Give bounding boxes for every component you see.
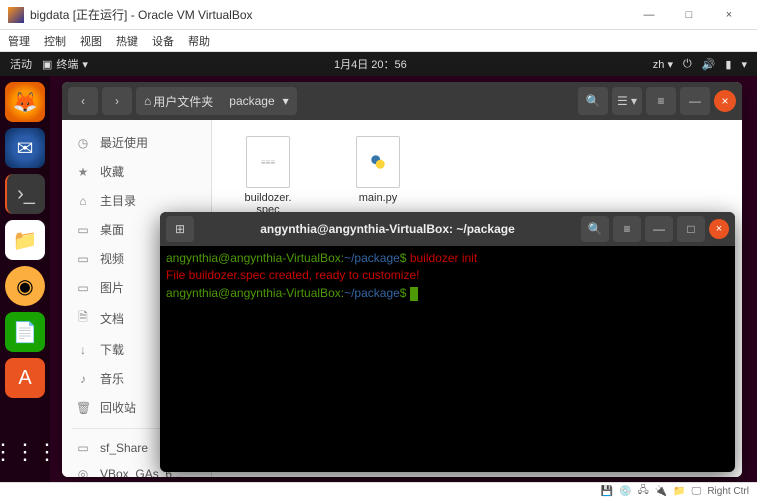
back-button[interactable]: ‹	[68, 87, 98, 115]
status-usb-icon[interactable]: 🔌	[655, 486, 667, 497]
dock-show-apps[interactable]: ⋮⋮⋮	[5, 432, 45, 472]
lang-indicator[interactable]: zh ▾	[653, 58, 673, 71]
window-title: bigdata [正在运行] - Oracle VM VirtualBox	[30, 6, 629, 23]
dock-rhythmbox[interactable]: ◉	[5, 266, 45, 306]
app-indicator[interactable]: ▣ 终端 ▾	[42, 56, 88, 72]
dock-files[interactable]: 📁	[5, 220, 45, 260]
home-icon: ⌂	[76, 194, 90, 208]
status-hdd-icon[interactable]: 💾	[601, 486, 613, 497]
terminal-titlebar: ⊞ angynthia@angynthia-VirtualBox: ~/pack…	[160, 212, 735, 246]
menu-view[interactable]: 视图	[80, 33, 102, 49]
dock-terminal[interactable]: ›_	[5, 174, 45, 214]
menu-help[interactable]: 帮助	[188, 33, 210, 49]
sound-icon[interactable]: 🔊	[702, 58, 716, 71]
cursor	[410, 287, 418, 301]
folder-icon: ▭	[76, 441, 90, 455]
file-main-py[interactable]: main.py	[338, 136, 418, 204]
python-file-icon	[356, 136, 400, 188]
status-hostkey: Right Ctrl	[707, 486, 749, 497]
music-icon: ♪	[76, 372, 90, 386]
terminal-minimize[interactable]: —	[645, 216, 673, 242]
maximize-button[interactable]: □	[669, 0, 709, 30]
ubuntu-dock: 🦊 ✉ ›_ 📁 ◉ 📄 A ⋮⋮⋮	[0, 76, 50, 482]
file-buildozer-spec[interactable]: ≡≡≡ buildozer. spec	[228, 136, 308, 216]
virtualbox-icon	[8, 7, 24, 23]
sidebar-recent[interactable]: ◷最近使用	[62, 128, 211, 157]
menu-manage[interactable]: 管理	[8, 33, 30, 49]
sidebar-home[interactable]: ⌂主目录	[62, 186, 211, 215]
network-icon[interactable]: ⏻	[683, 58, 692, 71]
power-icon[interactable]: ▾	[741, 58, 747, 71]
desktop-icon: ▭	[76, 223, 90, 237]
status-display-icon[interactable]: 🖵	[692, 486, 702, 497]
app-label: 终端	[56, 56, 78, 72]
minimize-button[interactable]: —	[629, 0, 669, 30]
files-toolbar: ‹ › ⌂ 用户文件夹 package ▾ 🔍 ☰ ▾ ≡ — ×	[62, 82, 742, 120]
close-button[interactable]: ×	[709, 0, 749, 30]
menu-control[interactable]: 控制	[44, 33, 66, 49]
dock-libreoffice[interactable]: 📄	[5, 312, 45, 352]
system-tray[interactable]: zh ▾ ⏻ 🔊 ▮ ▾	[653, 58, 747, 71]
status-net-icon[interactable]: 🖧	[638, 483, 649, 500]
star-icon: ★	[76, 165, 90, 179]
dock-software[interactable]: A	[5, 358, 45, 398]
status-shared-icon[interactable]: 📁	[673, 486, 685, 497]
new-tab-button[interactable]: ⊞	[166, 216, 194, 242]
file-label: main.py	[359, 192, 398, 204]
terminal-icon: ▣	[42, 58, 52, 71]
download-icon: ↓	[76, 343, 90, 357]
text-file-icon: ≡≡≡	[246, 136, 290, 188]
vbox-titlebar: bigdata [正在运行] - Oracle VM VirtualBox — …	[0, 0, 757, 30]
search-button[interactable]: 🔍	[578, 87, 608, 115]
vbox-statusbar: 💾 💿 🖧 🔌 📁 🖵 Right Ctrl	[0, 482, 757, 500]
terminal-maximize[interactable]: □	[677, 216, 705, 242]
files-close[interactable]: ×	[714, 90, 736, 112]
terminal-close[interactable]: ×	[709, 219, 729, 239]
terminal-search[interactable]: 🔍	[581, 216, 609, 242]
terminal-line: angynthia@angynthia-VirtualBox:~/package…	[166, 285, 729, 302]
forward-button[interactable]: ›	[102, 87, 132, 115]
view-button[interactable]: ☰ ▾	[612, 87, 642, 115]
vbox-menubar: 管理 控制 视图 热键 设备 帮助	[0, 30, 757, 52]
video-icon: ▭	[76, 252, 90, 266]
terminal-line: File buildozer.spec created, ready to cu…	[166, 267, 729, 284]
menu-hotkey[interactable]: 热键	[116, 33, 138, 49]
sidebar-starred[interactable]: ★收藏	[62, 157, 211, 186]
clock[interactable]: 1月4日 20：56	[334, 56, 407, 72]
terminal-line: angynthia@angynthia-VirtualBox:~/package…	[166, 250, 729, 267]
battery-icon[interactable]: ▮	[725, 58, 731, 71]
status-disc-icon[interactable]: 💿	[619, 486, 631, 497]
document-icon: 🗎	[76, 308, 90, 329]
terminal-title: angynthia@angynthia-VirtualBox: ~/packag…	[198, 222, 577, 236]
menu-button[interactable]: ≡	[646, 87, 676, 115]
ubuntu-desktop: 活动 ▣ 终端 ▾ 1月4日 20：56 zh ▾ ⏻ 🔊 ▮ ▾ 🦊 ✉ ›_…	[0, 52, 757, 482]
dock-firefox[interactable]: 🦊	[5, 82, 45, 122]
gnome-top-panel: 活动 ▣ 终端 ▾ 1月4日 20：56 zh ▾ ⏻ 🔊 ▮ ▾	[0, 52, 757, 76]
terminal-body[interactable]: angynthia@angynthia-VirtualBox:~/package…	[160, 246, 735, 306]
disc-icon: ◎	[76, 467, 90, 477]
picture-icon: ▭	[76, 281, 90, 295]
trash-icon: 🗑	[76, 401, 90, 415]
terminal-window: ⊞ angynthia@angynthia-VirtualBox: ~/pack…	[160, 212, 735, 472]
dropdown-icon: ▾	[82, 58, 88, 71]
menu-devices[interactable]: 设备	[152, 33, 174, 49]
home-icon: ⌂	[144, 94, 151, 108]
pathbar[interactable]: ⌂ 用户文件夹 package ▾	[136, 87, 297, 115]
files-minimize[interactable]: —	[680, 87, 710, 115]
path-home[interactable]: 用户文件夹	[153, 93, 213, 110]
dropdown-icon: ▾	[283, 94, 289, 108]
activities-button[interactable]: 活动	[10, 56, 32, 72]
path-package[interactable]: package	[229, 94, 274, 108]
terminal-menu[interactable]: ≡	[613, 216, 641, 242]
dock-thunderbird[interactable]: ✉	[5, 128, 45, 168]
clock-icon: ◷	[76, 136, 90, 150]
